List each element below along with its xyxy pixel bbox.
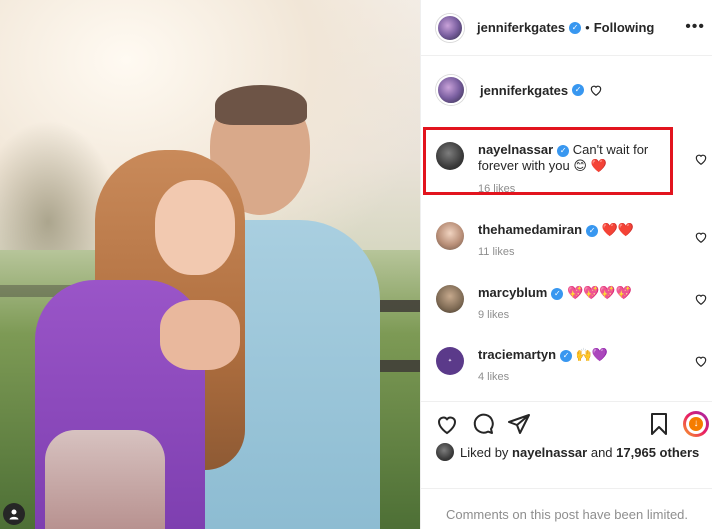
- liked-by-row: Liked by nayelnassar and 17,965 others: [436, 443, 699, 461]
- caption-row: jenniferkgates ✓: [436, 75, 701, 105]
- comment-icon[interactable]: [471, 412, 495, 436]
- comment-like-icon[interactable]: [694, 152, 708, 166]
- author-avatar[interactable]: [436, 13, 464, 42]
- comment-like-icon[interactable]: [694, 354, 708, 368]
- liked-by-prefix: Liked by: [460, 444, 509, 460]
- comment-item: thehamedamiran ✓ ❤️❤️ 11 likes: [436, 222, 701, 258]
- comment-text: ❤️❤️: [601, 223, 635, 238]
- comment-item: marcyblum ✓ 💖💖💖💖 9 likes: [436, 285, 701, 321]
- comment-like-icon[interactable]: [694, 230, 708, 244]
- heart-icon[interactable]: [435, 412, 459, 436]
- verified-icon: ✓: [572, 84, 585, 96]
- photo-woman-face: [155, 180, 235, 275]
- action-bar: ↓: [421, 401, 712, 441]
- highlight-box: [423, 127, 673, 195]
- following-button[interactable]: Following: [594, 20, 655, 35]
- commenter-avatar[interactable]: [436, 222, 464, 250]
- photo-skirt: [45, 430, 165, 529]
- share-icon[interactable]: [507, 412, 531, 436]
- photo-man-hair: [215, 85, 307, 125]
- comments-limited-notice: Comments on this post have been limited.: [421, 488, 712, 529]
- comment-text: 💖💖💖💖: [567, 286, 632, 301]
- verified-icon: ✓: [569, 21, 582, 34]
- liked-by-and: and: [590, 444, 613, 460]
- caption-username[interactable]: jenniferkgates: [480, 83, 568, 98]
- verified-icon: ✓: [551, 287, 564, 300]
- comment-username[interactable]: thehamedamiran: [478, 222, 582, 237]
- separator-dot: •: [585, 20, 590, 35]
- photo-hands: [160, 300, 240, 370]
- comment-username[interactable]: traciemartyn: [478, 347, 556, 362]
- comment-likes[interactable]: 4 likes: [478, 371, 608, 383]
- caption-avatar[interactable]: [436, 75, 466, 105]
- post-photo[interactable]: [0, 0, 420, 529]
- post-header: jenniferkgates ✓ • Following •••: [421, 0, 712, 56]
- user-tag-icon[interactable]: [3, 503, 25, 525]
- verified-icon: ✓: [586, 224, 599, 237]
- more-options-icon[interactable]: •••: [685, 18, 705, 36]
- commenter-avatar[interactable]: [436, 285, 464, 313]
- liked-by-user[interactable]: nayelnassar: [512, 445, 587, 460]
- commenter-avatar[interactable]: ✦: [436, 347, 464, 375]
- comment-username[interactable]: marcyblum: [478, 285, 547, 300]
- comments-list[interactable]: jenniferkgates ✓ nayelnassar ✓ Can't wait…: [421, 56, 712, 401]
- comment-item: ✦ traciemartyn ✓ 🙌💜 4 likes: [436, 347, 701, 383]
- comment-likes[interactable]: 9 likes: [478, 309, 632, 321]
- download-icon[interactable]: ↓: [683, 411, 709, 437]
- heart-outline-icon[interactable]: [589, 83, 603, 97]
- post-side-panel: jenniferkgates ✓ • Following ••• jennife…: [420, 0, 712, 529]
- verified-icon: ✓: [560, 349, 573, 362]
- comment-likes[interactable]: 11 likes: [478, 246, 634, 258]
- comment-like-icon[interactable]: [694, 292, 708, 306]
- liked-by-others[interactable]: 17,965 others: [616, 445, 699, 460]
- author-username[interactable]: jenniferkgates: [477, 20, 565, 35]
- comment-text: 🙌💜: [575, 348, 609, 363]
- bookmark-icon[interactable]: [647, 412, 671, 436]
- liker-avatar[interactable]: [436, 443, 454, 461]
